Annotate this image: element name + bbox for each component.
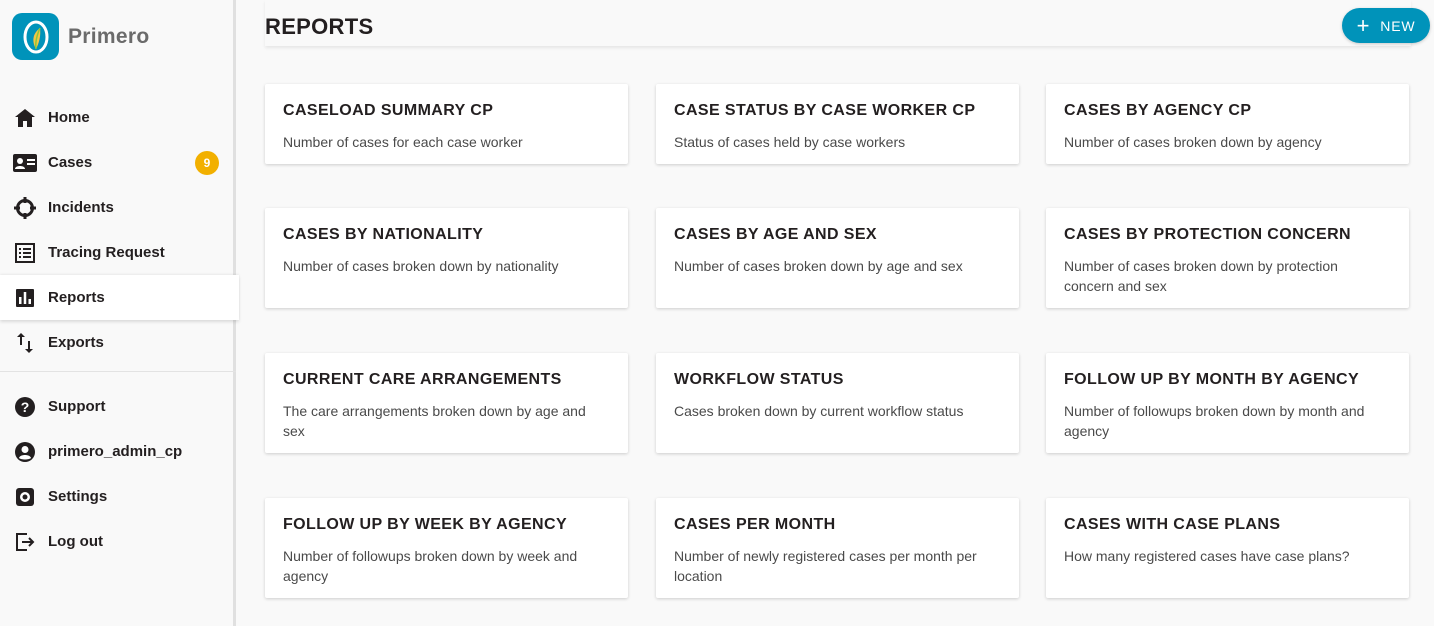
report-card[interactable]: CASELOAD SUMMARY CP Number of cases for … bbox=[265, 84, 628, 164]
report-card[interactable]: WORKFLOW STATUS Cases broken down by cur… bbox=[656, 353, 1019, 453]
report-description: Number of cases broken down by age and s… bbox=[674, 258, 963, 274]
report-card[interactable]: CASES BY PROTECTION CONCERN Number of ca… bbox=[1046, 208, 1409, 308]
nav-label: Home bbox=[48, 109, 90, 126]
app-root: Primero Home Cases 9 Incidents Tracing R… bbox=[0, 0, 1434, 626]
report-title: CASES WITH CASE PLANS bbox=[1064, 516, 1281, 533]
cases-icon bbox=[13, 151, 37, 175]
report-card[interactable]: CASES PER MONTH Number of newly register… bbox=[656, 498, 1019, 598]
sidebar-divider bbox=[0, 371, 236, 372]
nav-label: Exports bbox=[48, 334, 104, 351]
report-card[interactable]: CURRENT CARE ARRANGEMENTS The care arran… bbox=[265, 353, 628, 453]
app-name: Primero bbox=[68, 24, 150, 48]
settings-icon bbox=[13, 485, 37, 509]
logout-icon bbox=[13, 530, 37, 554]
account-icon bbox=[13, 440, 37, 464]
report-description: Number of cases broken down by nationali… bbox=[283, 258, 559, 274]
report-card[interactable]: FOLLOW UP BY MONTH BY AGENCY Number of f… bbox=[1046, 353, 1409, 453]
new-button-label: NEW bbox=[1380, 17, 1416, 34]
nav-item-reports[interactable]: Reports bbox=[0, 275, 239, 320]
report-title: CASES BY PROTECTION CONCERN bbox=[1064, 226, 1351, 243]
report-card[interactable]: CASES WITH CASE PLANS How many registere… bbox=[1046, 498, 1409, 598]
page-header: REPORTS + NEW bbox=[265, 0, 1430, 46]
report-title: CASES BY NATIONALITY bbox=[283, 226, 484, 243]
report-card[interactable]: CASES BY NATIONALITY Number of cases bro… bbox=[265, 208, 628, 308]
nav-item-support[interactable]: ? Support bbox=[0, 384, 236, 429]
report-description: The care arrangements broken down by age… bbox=[283, 403, 586, 439]
svg-text:?: ? bbox=[21, 399, 30, 415]
tracing-request-icon bbox=[13, 241, 37, 265]
cases-count-badge: 9 bbox=[195, 150, 219, 175]
report-title: CASES BY AGE AND SEX bbox=[674, 226, 878, 243]
report-title: CASES BY AGENCY CP bbox=[1064, 102, 1252, 119]
report-description: Cases broken down by current workflow st… bbox=[674, 403, 964, 419]
page-title: REPORTS bbox=[265, 14, 374, 39]
report-title: CASE STATUS BY CASE WORKER CP bbox=[674, 102, 976, 119]
reports-icon bbox=[13, 286, 37, 310]
nav-label: Log out bbox=[48, 533, 103, 550]
nav-item-exports[interactable]: Exports bbox=[0, 320, 236, 365]
report-description: Number of cases broken down by agency bbox=[1064, 134, 1322, 150]
report-description: Number of cases broken down by protectio… bbox=[1064, 258, 1338, 294]
report-title: CASELOAD SUMMARY CP bbox=[283, 102, 494, 119]
report-title: FOLLOW UP BY WEEK BY AGENCY bbox=[283, 516, 568, 533]
nav-label: Incidents bbox=[48, 199, 114, 216]
report-description: How many registered cases have case plan… bbox=[1064, 548, 1350, 564]
home-icon bbox=[13, 106, 37, 130]
primero-logo-icon bbox=[12, 13, 59, 60]
report-title: WORKFLOW STATUS bbox=[674, 371, 844, 388]
report-description: Number of followups broken down by week … bbox=[283, 548, 578, 584]
nav-item-logout[interactable]: Log out bbox=[0, 519, 236, 564]
nav-label: primero_admin_cp bbox=[48, 443, 183, 460]
sidebar: Primero Home Cases 9 Incidents Tracing R… bbox=[0, 0, 239, 626]
report-description: Status of cases held by case workers bbox=[674, 134, 906, 150]
nav-item-cases[interactable]: Cases 9 bbox=[0, 140, 236, 185]
nav-label: Tracing Request bbox=[48, 244, 165, 261]
nav-item-home[interactable]: Home bbox=[0, 95, 236, 140]
nav-label: Cases bbox=[48, 154, 93, 171]
logo[interactable]: Primero bbox=[12, 13, 149, 60]
report-title: CASES PER MONTH bbox=[674, 516, 836, 533]
main-content: REPORTS + NEW CASELOAD SUMMARY CP Number… bbox=[239, 0, 1434, 626]
report-description: Number of followups broken down by month… bbox=[1064, 403, 1365, 439]
new-report-button[interactable]: + NEW bbox=[1342, 8, 1430, 43]
report-title: FOLLOW UP BY MONTH BY AGENCY bbox=[1064, 371, 1360, 388]
nav-label: Settings bbox=[48, 488, 108, 505]
nav-item-settings[interactable]: Settings bbox=[0, 474, 236, 519]
plus-icon: + bbox=[1356, 12, 1371, 38]
nav-item-account[interactable]: primero_admin_cp bbox=[0, 429, 236, 474]
nav-label: Support bbox=[48, 398, 106, 415]
report-card[interactable]: CASE STATUS BY CASE WORKER CP Status of … bbox=[656, 84, 1019, 164]
exports-icon bbox=[13, 331, 37, 355]
nav-item-incidents[interactable]: Incidents bbox=[0, 185, 236, 230]
nav-label: Reports bbox=[48, 289, 105, 306]
report-description: Number of newly registered cases per mon… bbox=[674, 548, 977, 584]
report-card[interactable]: FOLLOW UP BY WEEK BY AGENCY Number of fo… bbox=[265, 498, 628, 598]
report-description: Number of cases for each case worker bbox=[283, 134, 523, 150]
report-card[interactable]: CASES BY AGENCY CP Number of cases broke… bbox=[1046, 84, 1409, 164]
incidents-icon bbox=[13, 196, 37, 220]
help-icon: ? bbox=[13, 395, 37, 419]
report-card[interactable]: CASES BY AGE AND SEX Number of cases bro… bbox=[656, 208, 1019, 308]
report-title: CURRENT CARE ARRANGEMENTS bbox=[283, 371, 562, 388]
nav-item-tracing-request[interactable]: Tracing Request bbox=[0, 230, 236, 275]
